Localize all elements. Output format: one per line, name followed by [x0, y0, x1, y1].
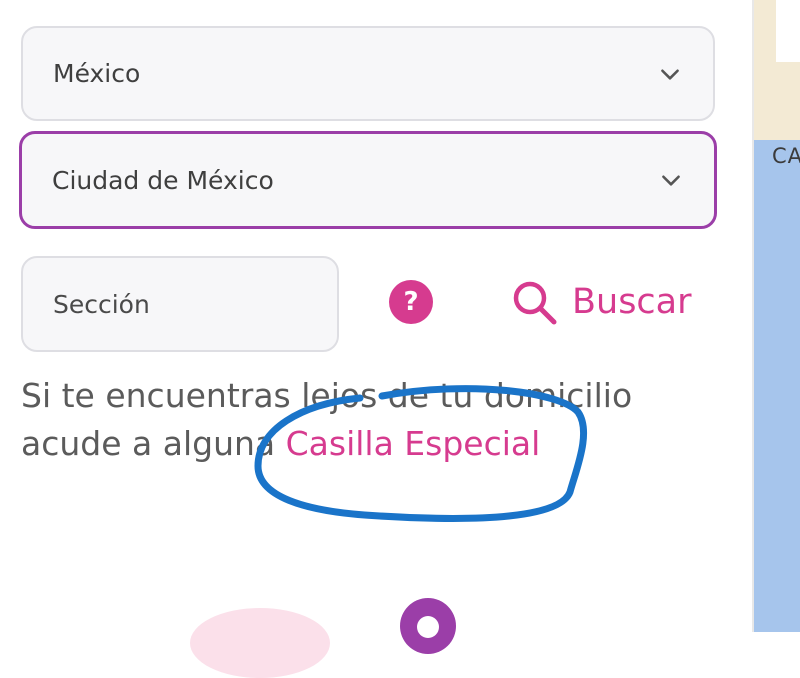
decorative-shape — [190, 608, 330, 678]
state-select[interactable]: Ciudad de México — [19, 131, 717, 229]
note-line-1: Si te encuentras lejos de tu domicilio — [21, 376, 633, 415]
map-panel[interactable]: CA — [752, 0, 800, 632]
search-button-label: Buscar — [572, 282, 692, 322]
chevron-down-icon — [661, 68, 679, 80]
special-booth-link[interactable]: Casilla Especial — [286, 424, 541, 463]
search-icon — [513, 281, 557, 325]
question-icon: ? — [403, 287, 419, 317]
country-select-value: México — [53, 59, 141, 88]
note-line-2: acude a alguna Casilla Especial — [21, 420, 721, 468]
note-line-2-prefix: acude a alguna — [21, 424, 286, 463]
chevron-down-icon — [662, 175, 680, 186]
help-button[interactable]: ? — [389, 280, 433, 324]
map-label: CA — [772, 144, 800, 168]
map-overlay-card — [776, 0, 800, 62]
section-input[interactable] — [21, 256, 339, 352]
special-booth-note: Si te encuentras lejos de tu domicilio a… — [21, 372, 721, 468]
state-select-value: Ciudad de México — [52, 165, 274, 195]
country-select[interactable]: México — [21, 26, 715, 121]
map-pin-icon — [400, 598, 456, 654]
search-panel: México Ciudad de México ? Buscar Si te e… — [0, 0, 752, 678]
search-button[interactable]: Buscar — [510, 272, 692, 332]
